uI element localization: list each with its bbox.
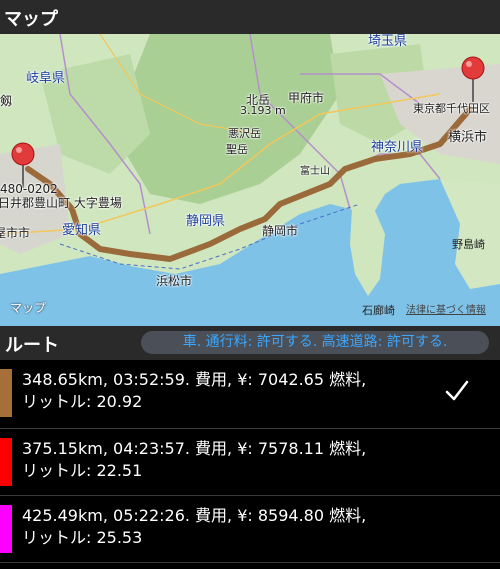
- route-options-button[interactable]: 車. 通行料: 許可する. 高速道路: 許可する.: [141, 331, 489, 354]
- map-section-title: マップ: [4, 9, 58, 30]
- apple-maps-logo: マップ: [10, 301, 47, 315]
- end-pin-icon[interactable]: [460, 56, 486, 102]
- route-list: 348.65km, 03:52:59. 費用, ¥: 7042.65 燃料, リ…: [0, 360, 500, 563]
- label-shizuoka-pref: 静岡県: [186, 214, 226, 229]
- label-tsurugi: 剱: [0, 94, 13, 108]
- route-info: 375.15km, 04:23:57. 費用, ¥: 7578.11 燃料, リ…: [22, 439, 367, 480]
- route-color-swatch: [0, 505, 12, 553]
- label-irozaki: 石廊崎: [362, 304, 395, 317]
- route-color-swatch: [0, 438, 12, 486]
- route-row-1[interactable]: 348.65km, 03:52:59. 費用, ¥: 7042.65 燃料, リ…: [0, 360, 500, 429]
- label-nojimazaki: 野島崎: [452, 238, 485, 251]
- label-kanagawa: 神奈川県: [371, 140, 424, 155]
- label-aichi: 愛知県: [62, 223, 102, 238]
- route-color-swatch: [0, 369, 12, 417]
- route-row-2[interactable]: 375.15km, 04:23:57. 費用, ¥: 7578.11 燃料, リ…: [0, 429, 500, 496]
- route-row-3[interactable]: 425.49km, 05:22:26. 費用, ¥: 8594.80 燃料, リ…: [0, 496, 500, 563]
- label-kofu: 甲府市: [288, 91, 325, 105]
- map-canvas[interactable]: [0, 34, 500, 326]
- label-warusawadake: 悪沢岳: [228, 127, 261, 140]
- label-kitadake-elevation: 3.193 m: [240, 104, 286, 117]
- route-info: 425.49km, 05:22:26. 費用, ¥: 8594.80 燃料, リ…: [22, 506, 367, 547]
- label-yokohama: 横浜市: [448, 130, 488, 145]
- label-hijiri: 聖岳: [226, 143, 248, 156]
- route-section-header: ルート 車. 通行料: 許可する. 高速道路: 許可する.: [0, 326, 500, 360]
- label-nagoya: 屋市市: [0, 226, 31, 240]
- map-view[interactable]: 埼玉県 剱 岐阜県 北岳 3.193 m 甲府市 悪沢岳 聖岳 東京都千代田区 …: [0, 34, 500, 326]
- label-shizuoka-city: 静岡市: [262, 224, 299, 238]
- legal-link[interactable]: 法律に基づく情報: [406, 301, 486, 316]
- route-section-title: ルート: [5, 335, 59, 356]
- label-saitama: 埼玉県: [368, 34, 408, 49]
- label-start-address: 西春日井郡豊山町 大字豊場: [0, 196, 122, 210]
- top-header: マップ: [0, 0, 500, 34]
- label-gifu: 岐阜県: [26, 71, 66, 86]
- label-hamamatsu: 浜松市: [156, 274, 193, 288]
- checkmark-icon: [445, 380, 469, 401]
- label-tokyo: 東京都千代田区: [413, 102, 490, 115]
- route-info: 348.65km, 03:52:59. 費用, ¥: 7042.65 燃料, リ…: [22, 370, 367, 411]
- label-fuji: 富士山: [300, 166, 330, 177]
